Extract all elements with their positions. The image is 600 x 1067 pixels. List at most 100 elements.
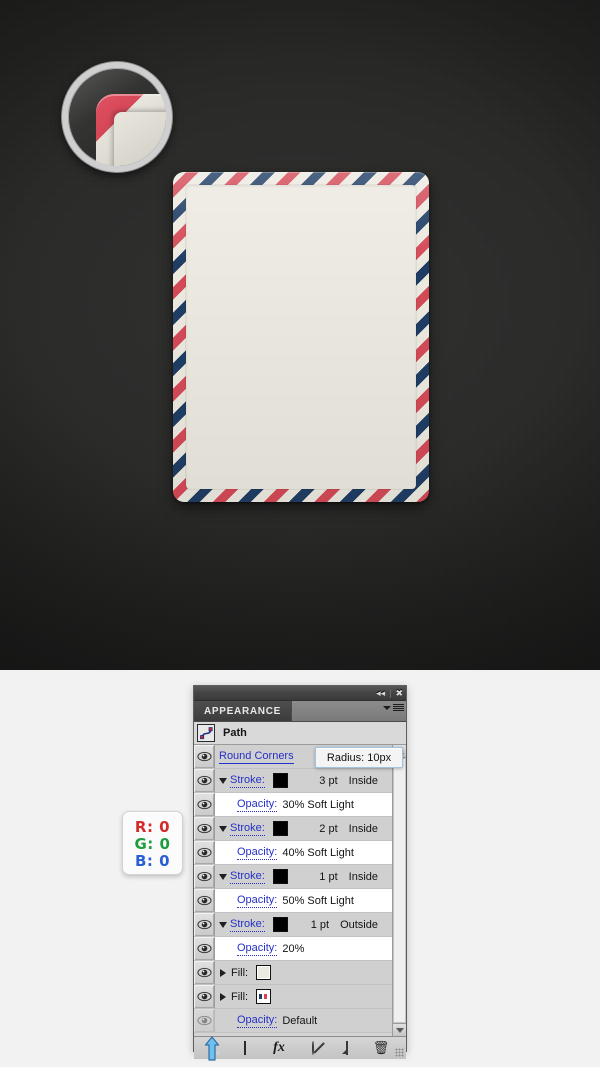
row-body: Stroke: 1 pt Inside [215, 865, 392, 888]
airmail-envelope-artwork[interactable] [173, 172, 429, 502]
color-swatch-stroke-3pt-inside[interactable] [272, 773, 288, 788]
row-body: Opacity: 20% [215, 937, 392, 960]
stroke-values: 1 pt Outside [306, 919, 378, 931]
color-swatch-stroke-2pt-inside[interactable] [272, 821, 288, 836]
visibility-toggle-stroke-1pt-inside[interactable] [194, 865, 215, 888]
stroke-weight[interactable]: 3 pt [319, 775, 337, 787]
row-label-stroke-2pt-inside[interactable]: Stroke: [230, 822, 265, 836]
panel-menu-button[interactable] [383, 704, 404, 711]
stroke-weight[interactable]: 2 pt [319, 823, 337, 835]
row-label-opacity-20[interactable]: Opacity: [237, 942, 278, 956]
appearance-row[interactable]: Opacity: 20% [194, 937, 392, 961]
delete-item-button[interactable]: 🗑 [364, 1037, 398, 1059]
mouse-cursor [203, 1036, 221, 1062]
appearance-row[interactable]: Fill: [194, 985, 392, 1009]
visibility-toggle-fill-airmail-pattern[interactable] [194, 985, 215, 1008]
row-label-round-corners[interactable]: Round Corners [219, 750, 294, 764]
appearance-row[interactable]: Opacity: 30% Soft Light [194, 793, 392, 817]
stroke-values: 2 pt Inside [314, 823, 378, 835]
color-swatch-stroke-1pt-outside[interactable] [272, 917, 288, 932]
appearance-row[interactable]: Stroke: 2 pt Inside [194, 817, 392, 841]
appearance-row[interactable]: Stroke: 1 pt Outside [194, 913, 392, 937]
path-icon [197, 724, 215, 742]
close-icon[interactable]: ✖ [395, 687, 403, 700]
panel-footer-toolbar: fx 🗑 [194, 1036, 406, 1059]
resize-grip[interactable] [395, 1048, 404, 1057]
appearance-row[interactable]: Opacity: 50% Soft Light [194, 889, 392, 913]
trash-icon: 🗑 [372, 1040, 390, 1055]
visibility-toggle-stroke-3pt-inside[interactable] [194, 769, 215, 792]
visibility-toggle-opacity-40-soft-light[interactable] [194, 841, 215, 864]
rgb-green-value: G: 0 [134, 835, 171, 853]
visibility-toggle-opacity-30-soft-light[interactable] [194, 793, 215, 816]
visibility-toggle-stroke-1pt-outside[interactable] [194, 913, 215, 936]
radius-tooltip[interactable]: Radius: 10px [315, 747, 403, 768]
row-body: Fill: [215, 961, 392, 984]
appearance-panel: ◂◂ | ✖ APPEARANCE Path Round Corners Stro… [193, 685, 407, 1059]
row-value-opacity-30-soft-light[interactable]: 30% Soft Light [282, 799, 354, 811]
stroke-alignment[interactable]: Inside [349, 775, 378, 787]
appearance-row[interactable]: Stroke: 1 pt Inside [194, 865, 392, 889]
row-label-opacity-40-soft-light[interactable]: Opacity: [237, 846, 278, 860]
collapse-to-icons-icon[interactable]: ◂◂ [376, 687, 385, 700]
visibility-toggle-round-corners[interactable] [194, 745, 215, 768]
row-body: Stroke: 1 pt Outside [215, 913, 392, 936]
magnifier-loupe [62, 62, 172, 172]
color-swatch-fill-airmail-pattern[interactable] [256, 989, 272, 1004]
stroke-alignment[interactable]: Inside [349, 823, 378, 835]
clear-appearance-button[interactable] [296, 1037, 330, 1059]
row-label-opacity-50-soft-light[interactable]: Opacity: [237, 894, 278, 908]
tab-appearance[interactable]: APPEARANCE [194, 701, 293, 721]
vertical-scrollbar[interactable] [392, 745, 406, 1036]
appearance-row-host: Round Corners Stroke: 3 pt Inside Opacity: 30… [194, 745, 392, 1036]
new-fill-icon [244, 1041, 246, 1055]
duplicate-item-button[interactable] [330, 1037, 364, 1059]
chevron-down-icon[interactable] [219, 825, 227, 832]
stroke-alignment[interactable]: Outside [340, 919, 378, 931]
stroke-weight[interactable]: 1 pt [319, 871, 337, 883]
visibility-toggle-fill-cream[interactable] [194, 961, 215, 984]
stroke-weight[interactable]: 1 pt [311, 919, 329, 931]
visibility-toggle-opacity-50-soft-light[interactable] [194, 889, 215, 912]
color-swatch-stroke-1pt-inside[interactable] [272, 869, 288, 884]
add-new-effect-button[interactable]: fx [262, 1037, 296, 1059]
appearance-row[interactable]: Opacity: 40% Soft Light [194, 841, 392, 865]
row-body: Stroke: 2 pt Inside [215, 817, 392, 840]
appearance-row[interactable]: Opacity: Default [194, 1009, 392, 1033]
chevron-right-icon[interactable] [220, 968, 226, 977]
visibility-toggle-opacity-default[interactable] [194, 1009, 215, 1032]
chevron-right-icon[interactable] [220, 992, 226, 1001]
stroke-alignment[interactable]: Inside [349, 871, 378, 883]
row-label-fill-cream[interactable]: Fill: [231, 967, 248, 979]
row-value-opacity-default[interactable]: Default [282, 1015, 317, 1027]
fx-icon: fx [273, 1040, 285, 1055]
visibility-toggle-stroke-2pt-inside[interactable] [194, 817, 215, 840]
row-value-opacity-40-soft-light[interactable]: 40% Soft Light [282, 847, 354, 859]
appearance-row[interactable]: Fill: [194, 961, 392, 985]
visibility-toggle-opacity-20[interactable] [194, 937, 215, 960]
row-body: Opacity: 40% Soft Light [215, 841, 392, 864]
row-label-opacity-30-soft-light[interactable]: Opacity: [237, 798, 278, 812]
chevron-down-icon[interactable] [219, 777, 227, 784]
scroll-down-button[interactable] [393, 1023, 406, 1036]
row-label-opacity-default[interactable]: Opacity: [237, 1014, 278, 1028]
appearance-list: Round Corners Stroke: 3 pt Inside Opacity: 30… [194, 745, 406, 1036]
row-label-stroke-1pt-inside[interactable]: Stroke: [230, 870, 265, 884]
appearance-row[interactable]: Stroke: 3 pt Inside [194, 769, 392, 793]
rgb-red-value: R: 0 [134, 818, 171, 836]
stroke-values: 3 pt Inside [314, 775, 378, 787]
color-swatch-fill-cream[interactable] [256, 965, 272, 980]
row-label-stroke-3pt-inside[interactable]: Stroke: [230, 774, 265, 788]
row-body: Opacity: Default [215, 1009, 392, 1032]
row-label-stroke-1pt-outside[interactable]: Stroke: [230, 918, 265, 932]
add-new-fill-button[interactable] [228, 1037, 262, 1059]
panel-tab-row: APPEARANCE [194, 701, 406, 722]
appearance-target-row[interactable]: Path [194, 722, 406, 745]
row-value-opacity-20[interactable]: 20% [282, 943, 304, 955]
row-value-opacity-50-soft-light[interactable]: 50% Soft Light [282, 895, 354, 907]
scrollbar-thumb[interactable] [394, 759, 405, 1022]
chevron-down-icon[interactable] [219, 921, 227, 928]
row-label-fill-airmail-pattern[interactable]: Fill: [231, 991, 248, 1003]
chevron-down-icon[interactable] [219, 873, 227, 880]
duplicate-icon [346, 1041, 348, 1055]
